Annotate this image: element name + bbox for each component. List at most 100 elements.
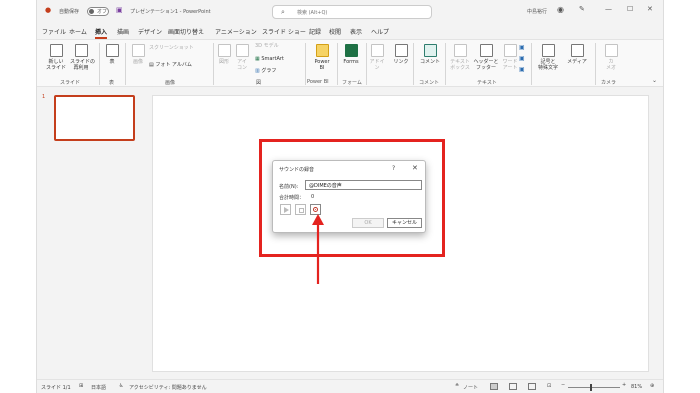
table-button[interactable]: 表 bbox=[105, 44, 119, 65]
accessibility-status[interactable]: アクセシビリティ: 問題ありません bbox=[129, 384, 207, 391]
header-footer-button[interactable]: ヘッダーと フッター bbox=[473, 44, 499, 71]
tab-animations[interactable]: アニメーション bbox=[215, 27, 257, 36]
speaker-icon bbox=[570, 44, 584, 57]
link-button[interactable]: リンク bbox=[392, 44, 410, 65]
zoom-level[interactable]: 81% bbox=[631, 384, 642, 390]
ribbon-separator bbox=[305, 43, 306, 85]
tab-slideshow[interactable]: スライド ショー bbox=[262, 27, 306, 36]
wordart-icon bbox=[503, 44, 517, 57]
slide-thumbnail[interactable] bbox=[54, 95, 135, 141]
help-icon[interactable]: ? bbox=[392, 165, 395, 172]
play-button[interactable] bbox=[280, 204, 291, 215]
zoom-slider[interactable] bbox=[568, 387, 620, 388]
3d-model-button[interactable]: 3D モデル bbox=[255, 43, 279, 49]
camera-icon bbox=[604, 44, 618, 57]
cameo-button[interactable]: カ メオ bbox=[603, 44, 619, 71]
tab-file[interactable]: ファイル bbox=[42, 27, 66, 36]
autosave-toggle[interactable]: オフ bbox=[87, 7, 109, 16]
icons-button[interactable]: アイ コン bbox=[235, 44, 249, 71]
zoom-slider-knob[interactable] bbox=[590, 384, 592, 391]
ribbon-separator bbox=[337, 43, 338, 85]
forms-button[interactable]: Forms bbox=[339, 44, 363, 65]
ok-button[interactable]: OK bbox=[352, 218, 384, 228]
ribbon-separator bbox=[99, 43, 100, 85]
stop-button[interactable] bbox=[295, 204, 306, 215]
ribbon-tabs: ファイル ホーム 挿入 描画 デザイン 画面切り替え アニメーション スライド … bbox=[37, 24, 663, 61]
language-indicator[interactable]: 日本語 bbox=[91, 384, 106, 391]
new-slide-button[interactable]: 新しい スライド bbox=[46, 44, 66, 71]
fit-to-window-icon[interactable]: ⊕ bbox=[650, 383, 654, 389]
wordart-button[interactable]: ワード アート bbox=[500, 44, 520, 71]
smartart-button[interactable]: ▦ SmartArt bbox=[255, 56, 284, 62]
cameo-label: カ メオ bbox=[605, 59, 616, 71]
tab-view[interactable]: 表示 bbox=[350, 27, 362, 36]
addins-button[interactable]: アドイ ン bbox=[368, 44, 386, 71]
minimize-icon[interactable]: — bbox=[605, 5, 612, 13]
ribbon: 新しい スライド スライドの 再利用 スライド 表 表 画像 スクリーンショット… bbox=[37, 39, 663, 87]
collapse-ribbon-icon[interactable]: ⌄ bbox=[652, 77, 657, 84]
group-illustrations-label: 図 bbox=[256, 80, 262, 86]
pen-icon[interactable]: ✎ bbox=[579, 5, 585, 13]
object-icon[interactable]: ▣ bbox=[519, 67, 525, 73]
ribbon-separator bbox=[531, 43, 532, 85]
forms-label: Forms bbox=[343, 59, 359, 65]
save-icon[interactable]: ▣ bbox=[116, 6, 123, 14]
dialog-title: サウンドの録音 bbox=[279, 167, 315, 173]
search-icon: ⌕ bbox=[281, 8, 285, 16]
close-icon[interactable]: ✕ bbox=[412, 164, 418, 172]
powerpoint-logo-icon: ● bbox=[45, 6, 52, 14]
spellcheck-icon[interactable]: ⊞ bbox=[79, 383, 83, 389]
zoom-out-icon[interactable]: − bbox=[561, 382, 565, 388]
table-icon bbox=[105, 44, 119, 57]
tab-home[interactable]: ホーム bbox=[69, 27, 87, 36]
images-button[interactable]: 画像 bbox=[130, 44, 146, 65]
tab-design[interactable]: デザイン bbox=[138, 27, 162, 36]
normal-view-button[interactable] bbox=[490, 383, 498, 390]
icons-icon bbox=[235, 44, 249, 57]
textbox-button[interactable]: テキスト ボックス bbox=[448, 44, 472, 71]
notes-button[interactable]: ノート bbox=[463, 384, 478, 391]
tab-help[interactable]: ヘルプ bbox=[371, 27, 389, 36]
chart-button[interactable]: ▥ グラフ bbox=[255, 68, 276, 74]
media-button[interactable]: メディア bbox=[567, 44, 587, 65]
user-name[interactable]: 中島裕行 bbox=[527, 8, 547, 15]
powerbi-button[interactable]: Power BI bbox=[311, 44, 333, 71]
avatar-icon[interactable]: ◉ bbox=[557, 5, 564, 14]
group-powerbi-label: Power BI bbox=[307, 79, 329, 85]
media-label: メディア bbox=[567, 59, 587, 65]
reading-view-button[interactable] bbox=[528, 383, 536, 390]
comment-button[interactable]: コメント bbox=[419, 44, 441, 65]
total-time-label: 合計時間： bbox=[279, 195, 305, 201]
record-dot bbox=[315, 209, 316, 210]
screenshot-button[interactable]: スクリーンショット bbox=[149, 45, 194, 51]
cancel-button[interactable]: キャンセル bbox=[387, 218, 422, 228]
record-sound-dialog: サウンドの録音 ? ✕ 名前(N): 合計時間： 0 OK キャンセル bbox=[272, 160, 426, 233]
status-bar: スライド 1/1 ⊞ 日本語 ♿ アクセシビリティ: 問題ありません ≙ ノート… bbox=[37, 379, 663, 393]
tab-draw[interactable]: 描画 bbox=[117, 27, 129, 36]
reuse-slide-button[interactable]: スライドの 再利用 bbox=[70, 44, 95, 71]
zoom-in-icon[interactable]: + bbox=[622, 382, 626, 388]
arrow-head bbox=[312, 214, 324, 225]
powerbi-label: Power BI bbox=[314, 59, 330, 71]
close-window-icon[interactable]: ✕ bbox=[647, 5, 653, 13]
search-box[interactable]: ⌕ 検索 (Alt+Q) bbox=[272, 5, 432, 19]
symbols-button[interactable]: 記号と 特殊文字 bbox=[535, 44, 561, 71]
header-footer-label: ヘッダーと フッター bbox=[473, 59, 499, 71]
photo-album-button[interactable]: ▤ フォト アルバム bbox=[149, 62, 192, 68]
textbox-icon bbox=[453, 44, 467, 57]
tab-transitions[interactable]: 画面切り替え bbox=[168, 27, 204, 36]
ribbon-separator bbox=[366, 43, 367, 85]
tab-review[interactable]: 校閲 bbox=[329, 27, 341, 36]
accessibility-icon: ♿ bbox=[119, 383, 124, 389]
sound-name-input[interactable] bbox=[305, 180, 422, 190]
image-icon bbox=[131, 44, 145, 57]
group-text-label: テキスト bbox=[477, 80, 497, 86]
date-time-icon[interactable]: ▣ bbox=[519, 45, 525, 51]
slide-number-icon[interactable]: ▣ bbox=[519, 56, 525, 62]
maximize-icon[interactable]: ☐ bbox=[627, 5, 633, 13]
tab-record[interactable]: 記録 bbox=[309, 27, 321, 36]
tab-insert[interactable]: 挿入 bbox=[95, 27, 108, 39]
slideshow-view-icon[interactable]: ⊡ bbox=[547, 383, 551, 389]
shapes-button[interactable]: 図形 bbox=[217, 44, 231, 65]
slide-sorter-button[interactable] bbox=[509, 383, 517, 390]
